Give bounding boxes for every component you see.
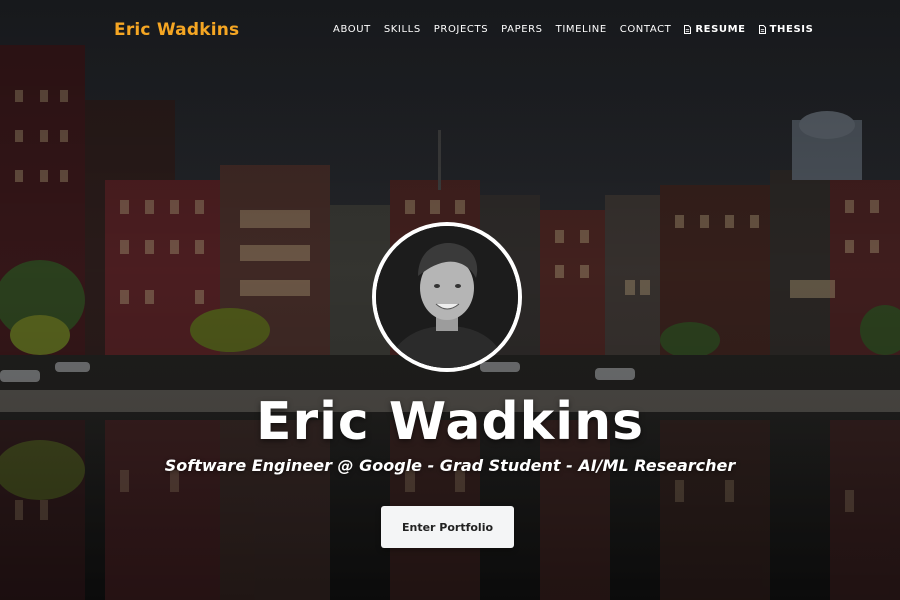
nav-link-resume-label: RESUME [695, 24, 746, 35]
nav-link-skills[interactable]: SKILLS [384, 24, 421, 35]
nav-link-resume[interactable]: RESUME [684, 24, 745, 35]
nav-link-contact[interactable]: CONTACT [620, 24, 672, 35]
landing-page: Eric Wadkins ABOUT SKILLS PROJECTS PAPER… [0, 0, 900, 600]
nav-link-thesis[interactable]: THESIS [758, 24, 814, 35]
top-navbar: Eric Wadkins ABOUT SKILLS PROJECTS PAPER… [0, 0, 900, 62]
nav-link-thesis-label: THESIS [769, 24, 814, 35]
nav-link-projects[interactable]: PROJECTS [434, 24, 488, 35]
enter-portfolio-button[interactable]: Enter Portfolio [381, 506, 514, 548]
nav-links: ABOUT SKILLS PROJECTS PAPERS TIMELINE CO… [333, 24, 826, 35]
hero-subtitle: Software Engineer @ Google - Grad Studen… [164, 456, 736, 475]
document-icon [758, 25, 766, 34]
nav-link-papers[interactable]: PAPERS [501, 24, 542, 35]
nav-link-about[interactable]: ABOUT [333, 24, 371, 35]
brand-logo-link[interactable]: Eric Wadkins [114, 20, 239, 40]
hero-name: Eric Wadkins [255, 392, 645, 452]
nav-link-timeline[interactable]: TIMELINE [556, 24, 607, 35]
profile-photo [376, 226, 518, 368]
document-icon [684, 25, 692, 34]
profile-avatar [372, 222, 522, 372]
